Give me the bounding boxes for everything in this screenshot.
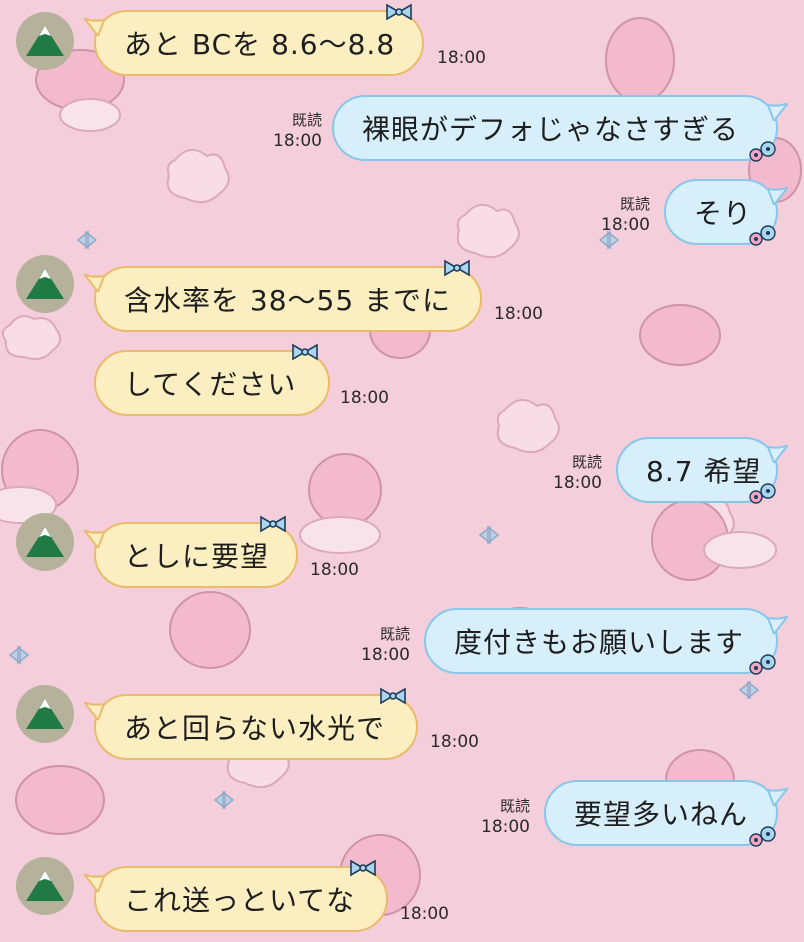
message-meta: 既読 18:00 [262, 110, 322, 152]
ribbon-icon [260, 515, 286, 533]
message-text: これ送っといてな [124, 884, 356, 917]
mountain-avatar-icon [26, 871, 64, 901]
read-receipt: 既読 [571, 453, 602, 471]
message-text: 含水率を 38〜55 までに [124, 284, 452, 317]
message-time: 18:00 [601, 215, 650, 235]
message-time: 18:00 [553, 473, 602, 493]
avatar[interactable] [16, 255, 74, 313]
bubble-tail [84, 274, 104, 292]
message-time: 18:00 [430, 732, 479, 752]
message-bubble-incoming[interactable]: あと BCを 8.6〜8.8 [84, 3, 424, 76]
message-bubble-incoming[interactable]: これ送っといてな [84, 859, 388, 932]
read-receipt: 既読 [499, 797, 530, 815]
flowers-icon [749, 654, 776, 675]
message-time: 18:00 [400, 904, 449, 924]
message-bubble-incoming[interactable]: あと回らない水光で [84, 687, 418, 760]
read-receipt: 既読 [379, 625, 410, 643]
message-text: 裸眼がデフォじゃなさすぎる [362, 113, 740, 146]
message-bubble-incoming[interactable]: 含水率を 38〜55 までに [84, 259, 482, 332]
avatar[interactable] [16, 857, 74, 915]
message-bubble-outgoing[interactable]: 度付きもお願いします [424, 608, 788, 675]
message-bubble-outgoing[interactable]: 8.7 希望 [616, 437, 788, 504]
message-bubble-incoming[interactable]: としに要望 [84, 515, 298, 588]
ribbon-icon [380, 687, 406, 705]
message-time: 18:00 [273, 131, 322, 151]
ribbon-icon [350, 859, 376, 877]
bubble-tail [84, 874, 104, 892]
mountain-avatar-icon [26, 527, 64, 557]
read-receipt: 既読 [619, 195, 650, 213]
message-time: 18:00 [340, 388, 389, 408]
message-text: 要望多いねん [574, 798, 749, 831]
mountain-avatar-icon [26, 26, 64, 56]
message-text: してください [124, 368, 297, 401]
message-meta: 既読 18:00 [548, 452, 602, 494]
chat-area[interactable]: あと BCを 8.6〜8.8 18:00 既読 18:00 裸眼がデフォじゃなさ… [0, 0, 804, 942]
message-time: 18:00 [481, 817, 530, 837]
bubble-tail [768, 103, 788, 121]
message-text: あと回らない水光で [124, 712, 386, 745]
bubble-tail [84, 530, 104, 548]
bubble-tail [84, 702, 104, 720]
bubble-tail [768, 445, 788, 463]
flowers-icon [749, 483, 776, 504]
message-meta: 既読 18:00 [356, 624, 410, 666]
bubble-tail [768, 187, 788, 205]
bubble-tail [768, 616, 788, 634]
ribbon-icon [444, 259, 470, 277]
bubble-tail [768, 788, 788, 806]
flowers-icon [749, 826, 776, 847]
message-text: あと BCを 8.6〜8.8 [124, 28, 396, 61]
message-bubble-outgoing[interactable]: 要望多いねん [544, 780, 788, 847]
ribbon-icon [292, 343, 318, 361]
ribbon-icon [386, 3, 412, 21]
avatar[interactable] [16, 12, 74, 70]
message-time: 18:00 [310, 560, 359, 580]
message-text: としに要望 [124, 540, 270, 573]
avatar[interactable] [16, 685, 74, 743]
message-time: 18:00 [437, 48, 486, 68]
mountain-avatar-icon [26, 269, 64, 299]
message-bubble-outgoing[interactable]: そり [664, 179, 788, 246]
message-time: 18:00 [494, 304, 543, 324]
mountain-avatar-icon [26, 699, 64, 729]
bubble-tail [84, 18, 104, 36]
flowers-icon [749, 141, 776, 162]
message-bubble-incoming[interactable]: してください [94, 343, 330, 416]
flowers-icon [749, 225, 776, 246]
message-meta: 既読 18:00 [596, 194, 650, 236]
read-receipt: 既読 [291, 111, 322, 129]
message-text: 度付きもお願いします [454, 626, 745, 659]
avatar[interactable] [16, 513, 74, 571]
message-bubble-outgoing[interactable]: 裸眼がデフォじゃなさすぎる [332, 95, 788, 162]
message-time: 18:00 [361, 645, 410, 665]
message-meta: 既読 18:00 [476, 796, 530, 838]
